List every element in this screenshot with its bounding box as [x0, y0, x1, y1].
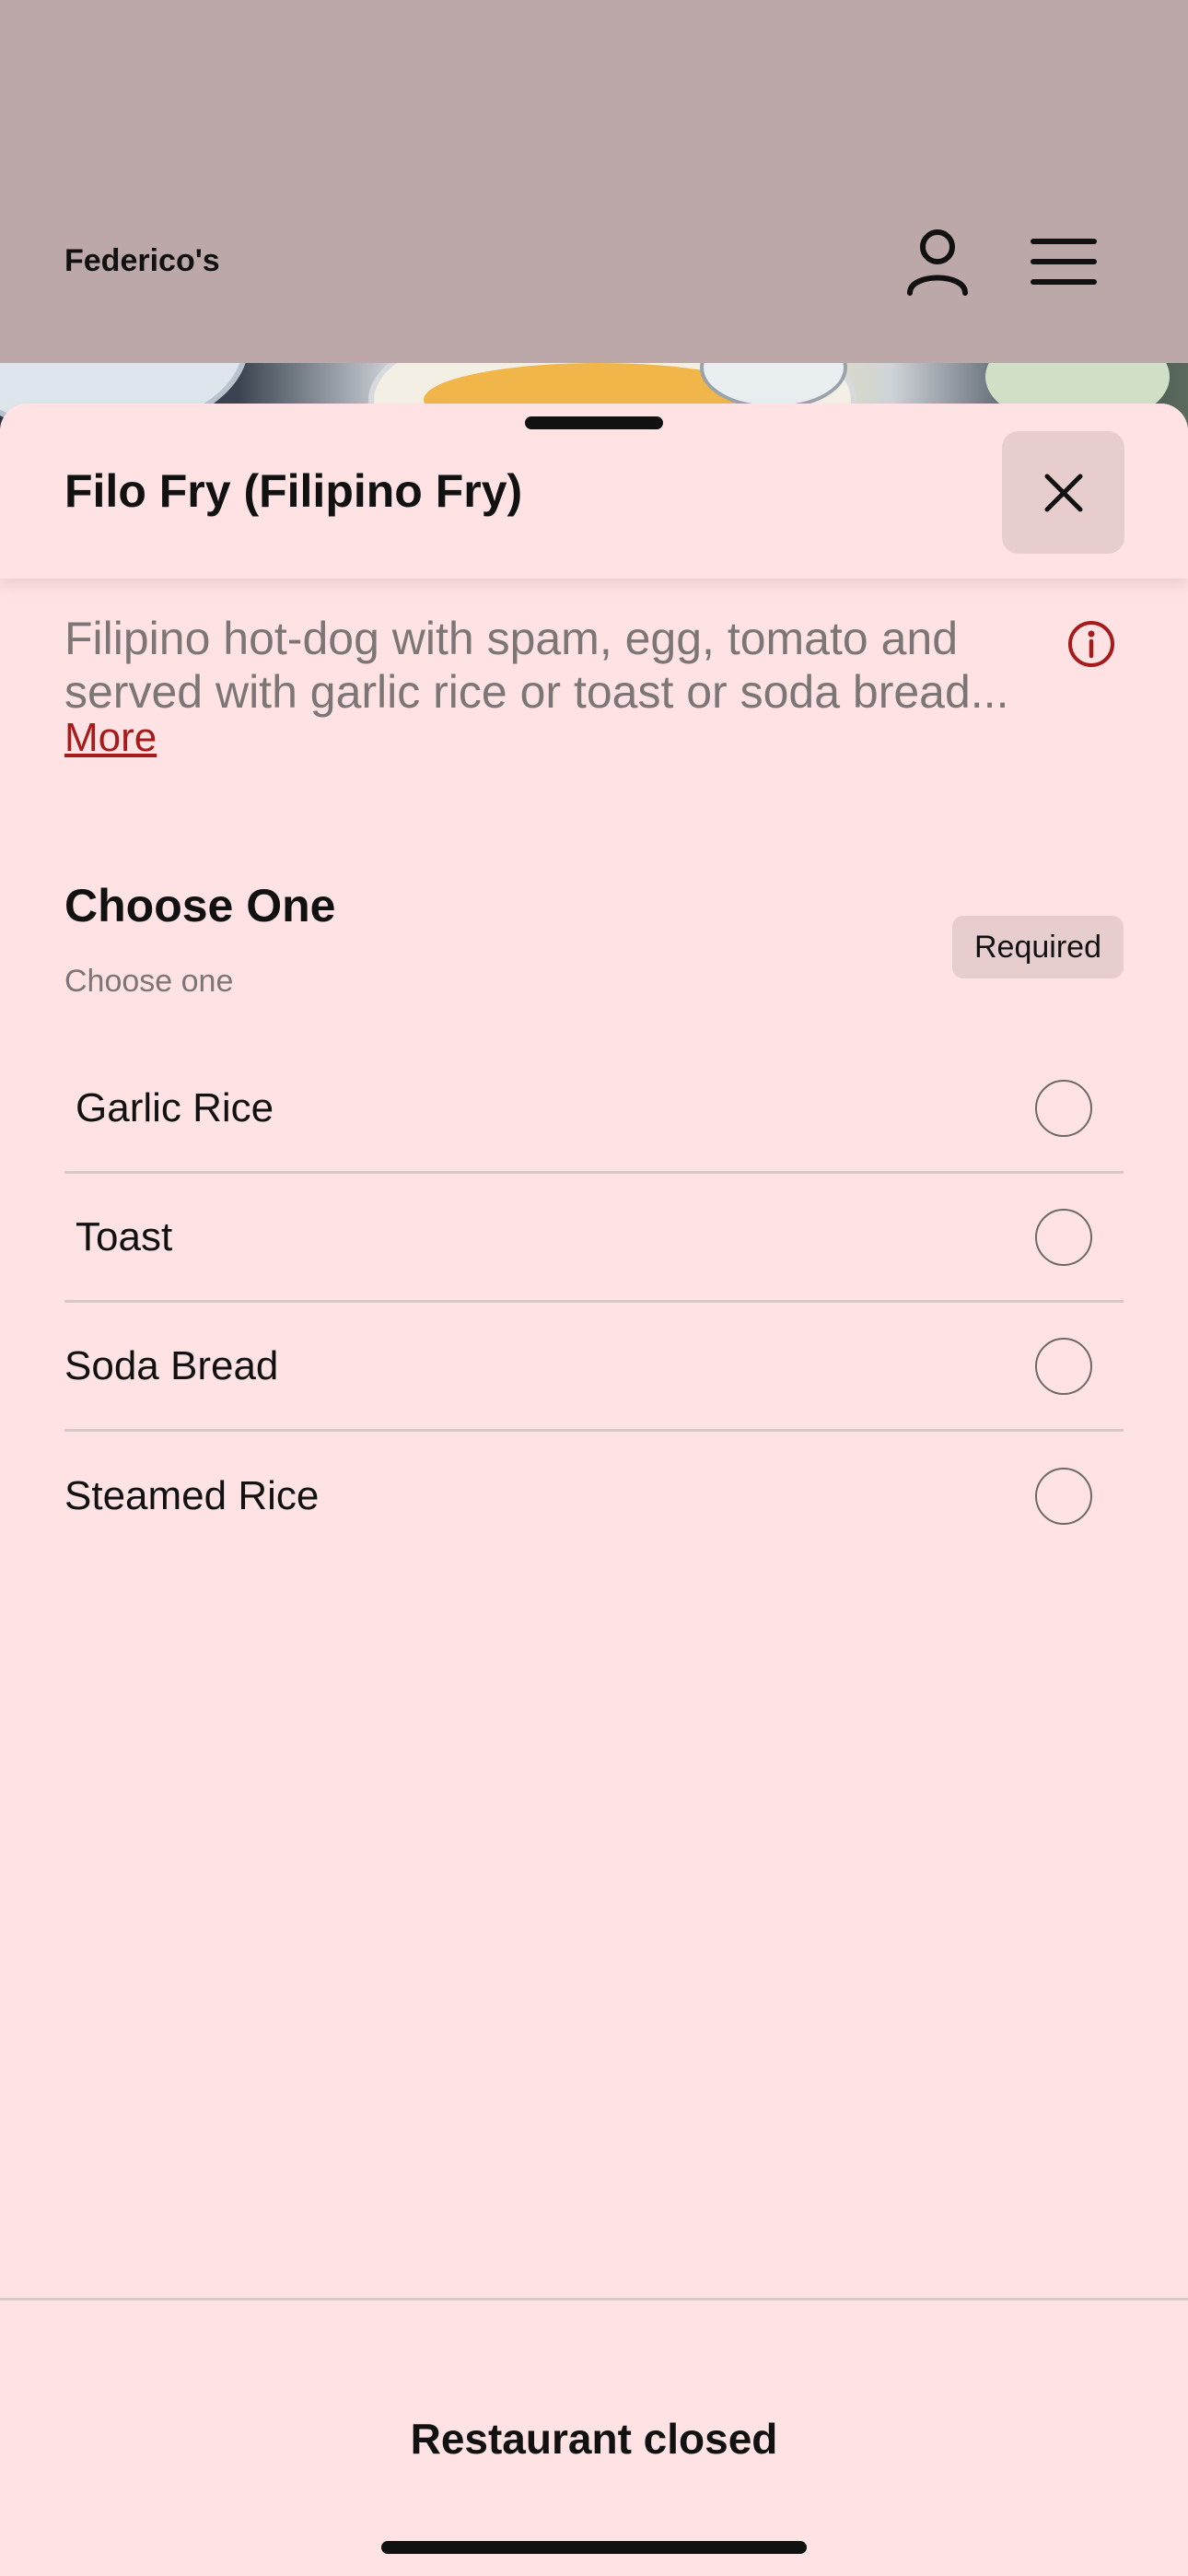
option-label: Toast	[76, 1213, 173, 1259]
description-line: Filipino hot-dog with spam, egg, tomato …	[64, 613, 958, 664]
person-icon	[907, 229, 968, 296]
option-garlic-rice[interactable]: Garlic Rice	[64, 1045, 1124, 1174]
restaurant-header: Federico's	[0, 0, 1188, 363]
modifier-group-title: Choose One	[64, 880, 336, 931]
close-button[interactable]	[1002, 431, 1124, 554]
option-radio[interactable]	[1035, 1208, 1092, 1266]
info-button[interactable]	[1066, 619, 1116, 669]
restaurant-status: Restaurant closed	[410, 2415, 778, 2463]
item-description: Filipino hot-dog with spam, egg, tomato …	[64, 612, 1068, 719]
footer-divider	[0, 2298, 1188, 2301]
profile-button[interactable]	[901, 225, 974, 299]
item-detail-sheet: Filo Fry (Filipino Fry) Filipino hot-dog…	[0, 404, 1188, 2576]
option-label: Garlic Rice	[76, 1084, 274, 1130]
option-radio[interactable]	[1035, 1468, 1092, 1525]
modifier-group-subtitle: Choose one	[64, 964, 234, 999]
hamburger-menu-icon	[1031, 239, 1097, 285]
option-soda-bread[interactable]: Soda Bread	[64, 1303, 1124, 1432]
home-indicator	[381, 2541, 807, 2554]
app-screen: Federico's Filo Fry (Filipino Fry) Filip…	[0, 0, 1188, 2576]
close-icon	[1044, 474, 1082, 511]
item-title: Filo Fry (Filipino Fry)	[64, 465, 523, 517]
menu-button[interactable]	[1028, 234, 1101, 289]
info-icon	[1068, 621, 1114, 667]
description-line: served with garlic rice or toast or soda…	[64, 666, 1009, 718]
option-steamed-rice[interactable]: Steamed Rice	[64, 1432, 1124, 1561]
restaurant-name: Federico's	[64, 243, 220, 278]
option-radio[interactable]	[1035, 1079, 1092, 1137]
sheet-header: Filo Fry (Filipino Fry)	[0, 404, 1188, 579]
option-label: Steamed Rice	[64, 1473, 320, 1518]
option-toast[interactable]: Toast	[64, 1174, 1124, 1303]
option-label: Soda Bread	[64, 1342, 279, 1388]
more-link[interactable]: More	[64, 715, 157, 761]
option-radio[interactable]	[1035, 1337, 1092, 1395]
sheet-grabber[interactable]	[525, 416, 663, 429]
required-badge: Required	[952, 916, 1124, 978]
